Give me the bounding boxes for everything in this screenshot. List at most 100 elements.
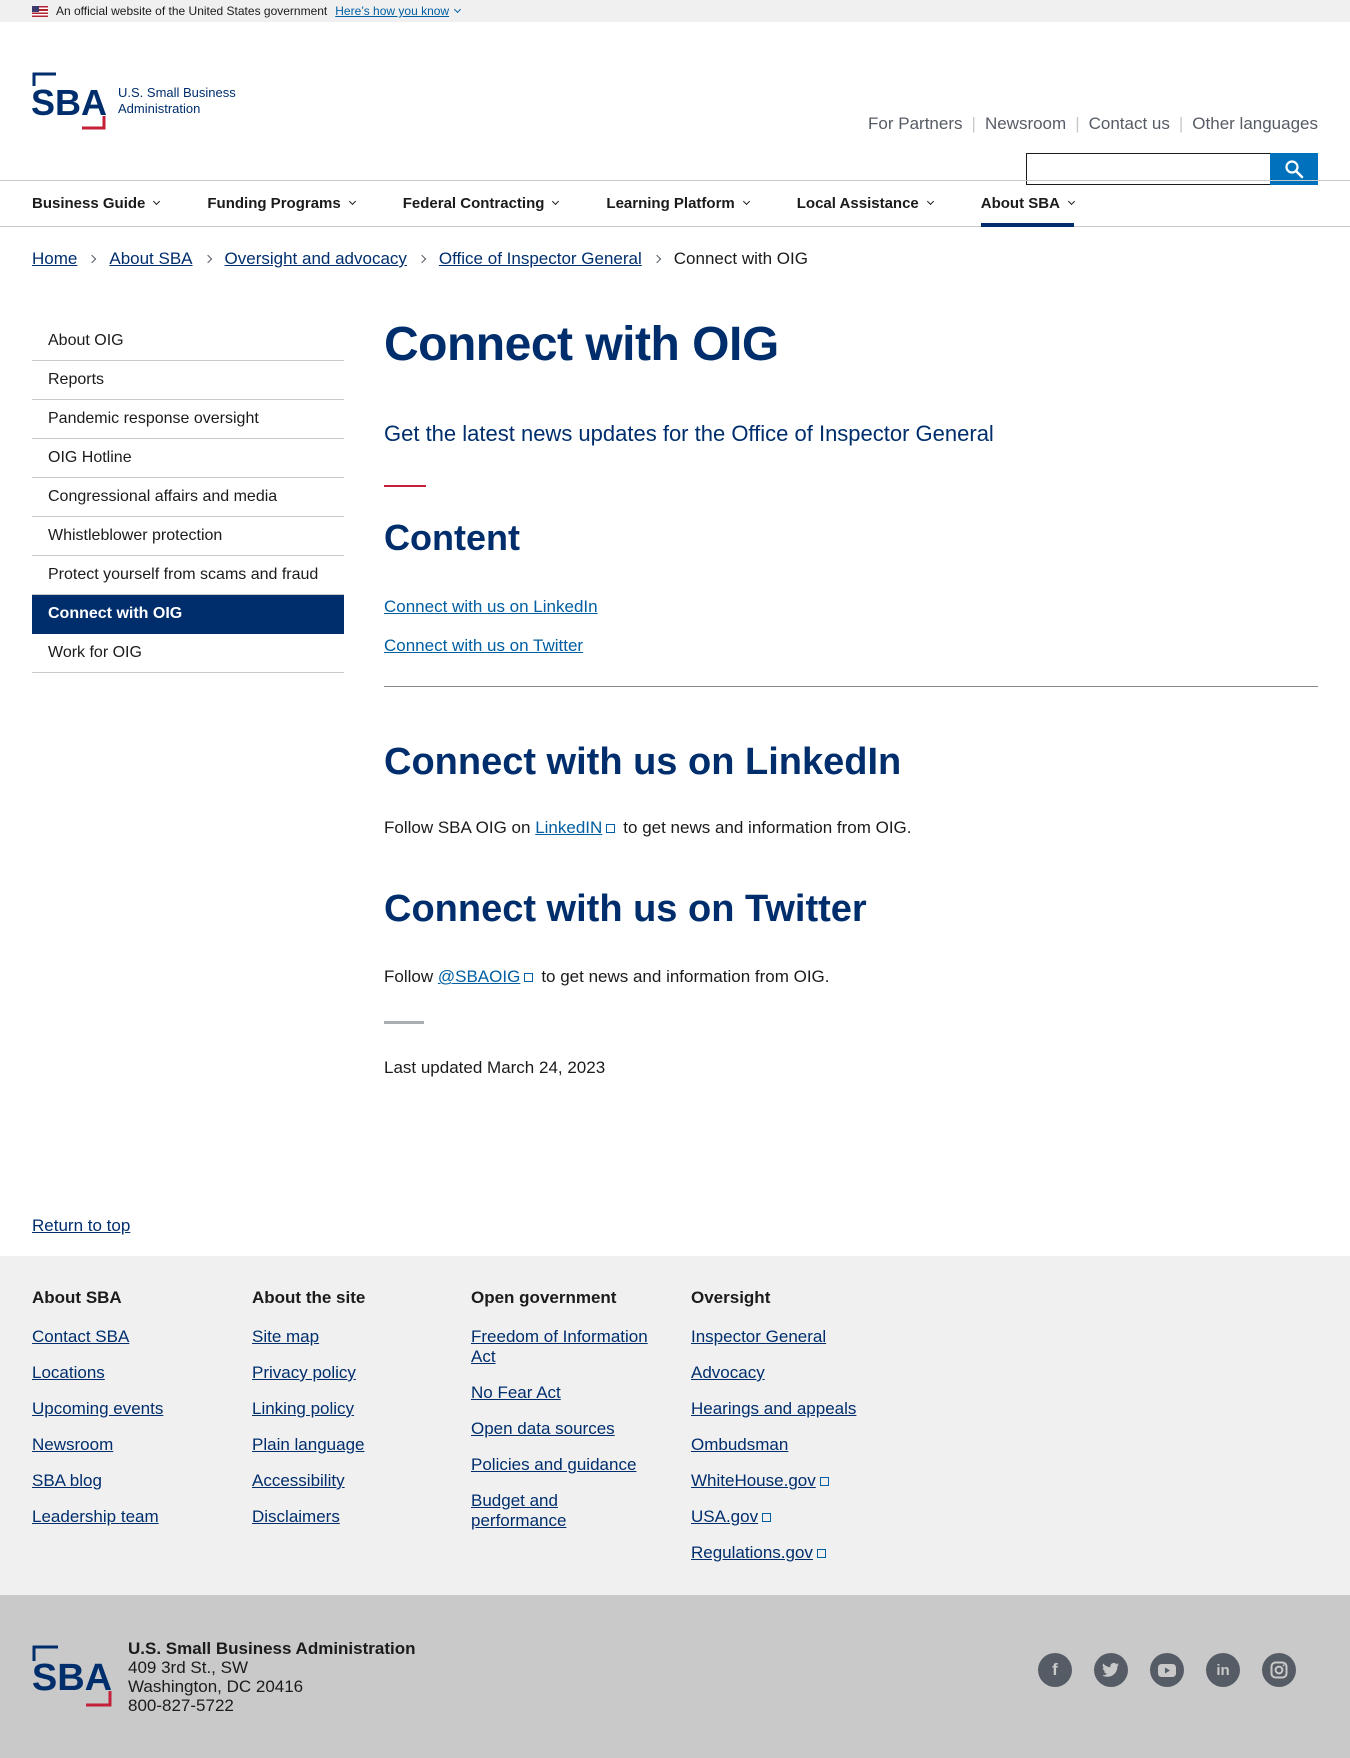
return-to-top-link[interactable]: Return to top [32,1216,130,1236]
street-address: 409 3rd St., SW [128,1658,248,1677]
linkedin-link[interactable]: LinkedIN [535,818,602,837]
footer-link[interactable]: Budget and performance [471,1491,591,1531]
toc-link-linkedin[interactable]: Connect with us on LinkedIn [384,597,1318,617]
breadcrumb-office-of-inspector-general[interactable]: Office of Inspector General [439,249,642,269]
chevron-right-icon [88,254,97,264]
footer-link[interactable]: Privacy policy [252,1363,452,1383]
footer-heading: About SBA [32,1288,122,1307]
gov-banner-text: An official website of the United States… [56,4,328,18]
twitter-icon[interactable] [1094,1653,1128,1687]
content-heading: Content [384,517,520,558]
logo-line-2: Administration [118,101,201,116]
footer-link[interactable]: Policies and guidance [471,1455,671,1475]
footer-heading: Open government [471,1288,617,1307]
external-link-icon [524,973,534,982]
external-link-icon [606,824,616,833]
nav-business-guide[interactable]: Business Guide [32,181,161,226]
nav-label: Federal Contracting [402,195,545,212]
breadcrumb-home[interactable]: Home [32,249,77,269]
sidenav-item-oig-hotline[interactable]: OIG Hotline [32,439,344,478]
twitter-handle-link[interactable]: @SBAOIG [438,967,520,986]
footer-link[interactable]: Leadership team [32,1507,232,1527]
breadcrumb-about-sba[interactable]: About SBA [109,249,192,269]
youtube-icon[interactable] [1150,1653,1184,1687]
footer-link[interactable]: Accessibility [252,1471,452,1491]
footer-link-text: USA.gov [691,1507,759,1526]
instagram-icon[interactable] [1262,1653,1296,1687]
footer: About SBA Contact SBA Locations Upcoming… [0,1256,1350,1595]
nav-local-assistance[interactable]: Local Assistance [797,181,934,226]
external-link-icon [816,1549,826,1558]
chevron-right-icon [652,254,662,264]
util-link-other-languages[interactable]: Other languages [1192,114,1318,134]
nav-funding-programs[interactable]: Funding Programs [207,181,356,226]
sidenav-item-work-for-oig[interactable]: Work for OIG [32,634,344,673]
footer-link[interactable]: Ombudsman [691,1435,891,1455]
footer-column-about-sba: About SBA Contact SBA Locations Upcoming… [32,1288,232,1543]
sidenav-item-whistleblower[interactable]: Whistleblower protection [32,517,344,556]
footer-link[interactable]: Freedom of Information Act [471,1327,671,1367]
chevron-down-icon [926,197,934,206]
facebook-icon[interactable]: f [1038,1653,1072,1687]
footer-link[interactable]: Site map [252,1327,452,1347]
chevron-down-icon[interactable] [454,5,462,14]
sba-logo-icon[interactable]: SBA [32,1645,112,1707]
footer-heading: About the site [252,1288,366,1307]
sba-logo-icon: SBA [32,72,106,130]
footer-link-external[interactable]: USA.gov [691,1507,891,1527]
footer-link[interactable]: Plain language [252,1435,452,1455]
sba-logo[interactable]: SBA U.S. Small Business Administration [32,72,236,130]
chevron-down-icon [1067,197,1075,206]
nav-label: Business Guide [32,195,146,212]
svg-text:SBA: SBA [32,82,106,123]
sidenav-item-protect-yourself[interactable]: Protect yourself from scams and fraud [32,556,344,595]
footer-link[interactable]: Advocacy [691,1363,891,1383]
footer-link[interactable]: Open data sources [471,1419,671,1439]
divider: | [971,114,976,133]
footer-link[interactable]: Inspector General [691,1327,891,1347]
external-link-icon [762,1513,772,1522]
sidenav-item-pandemic-response[interactable]: Pandemic response oversight [32,400,344,439]
footer-link[interactable]: Newsroom [32,1435,232,1455]
footer-link[interactable]: No Fear Act [471,1383,671,1403]
sidenav-item-connect-with-oig[interactable]: Connect with OIG [32,595,344,634]
sidenav-item-about-oig[interactable]: About OIG [32,322,344,361]
nav-label: Funding Programs [207,195,341,212]
footer-link[interactable]: SBA blog [32,1471,232,1491]
toc-link-twitter[interactable]: Connect with us on Twitter [384,636,1318,656]
last-updated: Last updated March 24, 2023 [384,1058,606,1077]
linkedin-icon[interactable]: in [1206,1653,1240,1687]
footer-link[interactable]: Locations [32,1363,232,1383]
footer-link[interactable]: Hearings and appeals [691,1399,891,1419]
nav-federal-contracting[interactable]: Federal Contracting [402,181,560,226]
chevron-right-icon [203,254,212,264]
city-state-zip: Washington, DC 20416 [128,1677,304,1696]
org-name: U.S. Small Business Administration [128,1639,416,1658]
util-link-contact-us[interactable]: Contact us [1089,114,1170,134]
linkedin-heading: Connect with us on LinkedIn [384,741,902,783]
footer-link-text: Regulations.gov [691,1543,813,1562]
footer-link-external[interactable]: Regulations.gov [691,1543,891,1563]
util-link-newsroom[interactable]: Newsroom [985,114,1066,134]
divider [384,1021,424,1024]
footer-link[interactable]: Upcoming events [32,1399,232,1419]
util-link-for-partners[interactable]: For Partners [868,114,962,134]
contact-address: U.S. Small Business Administration 409 3… [128,1639,416,1715]
footer-link[interactable]: Contact SBA [32,1327,232,1347]
sidenav-item-congressional-affairs[interactable]: Congressional affairs and media [32,478,344,517]
paragraph-text: to get news and information from OIG. [623,818,912,837]
chevron-down-icon [552,197,560,206]
footer-link[interactable]: Disclaimers [252,1507,452,1527]
footer-column-about-the-site: About the site Site map Privacy policy L… [252,1288,452,1543]
breadcrumb-oversight-and-advocacy[interactable]: Oversight and advocacy [225,249,407,269]
heres-how-you-know-link[interactable]: Here’s how you know [335,4,449,18]
twitter-heading: Connect with us on Twitter [384,888,867,930]
nav-learning-platform[interactable]: Learning Platform [606,181,750,226]
sidenav-item-reports[interactable]: Reports [32,361,344,400]
breadcrumb: Home About SBA Oversight and advocacy Of… [32,249,808,269]
nav-about-sba[interactable]: About SBA [980,181,1075,227]
divider [384,686,1318,687]
phone-number: 800-827-5722 [128,1696,234,1715]
footer-link[interactable]: Linking policy [252,1399,452,1419]
footer-link-external[interactable]: WhiteHouse.gov [691,1471,891,1491]
